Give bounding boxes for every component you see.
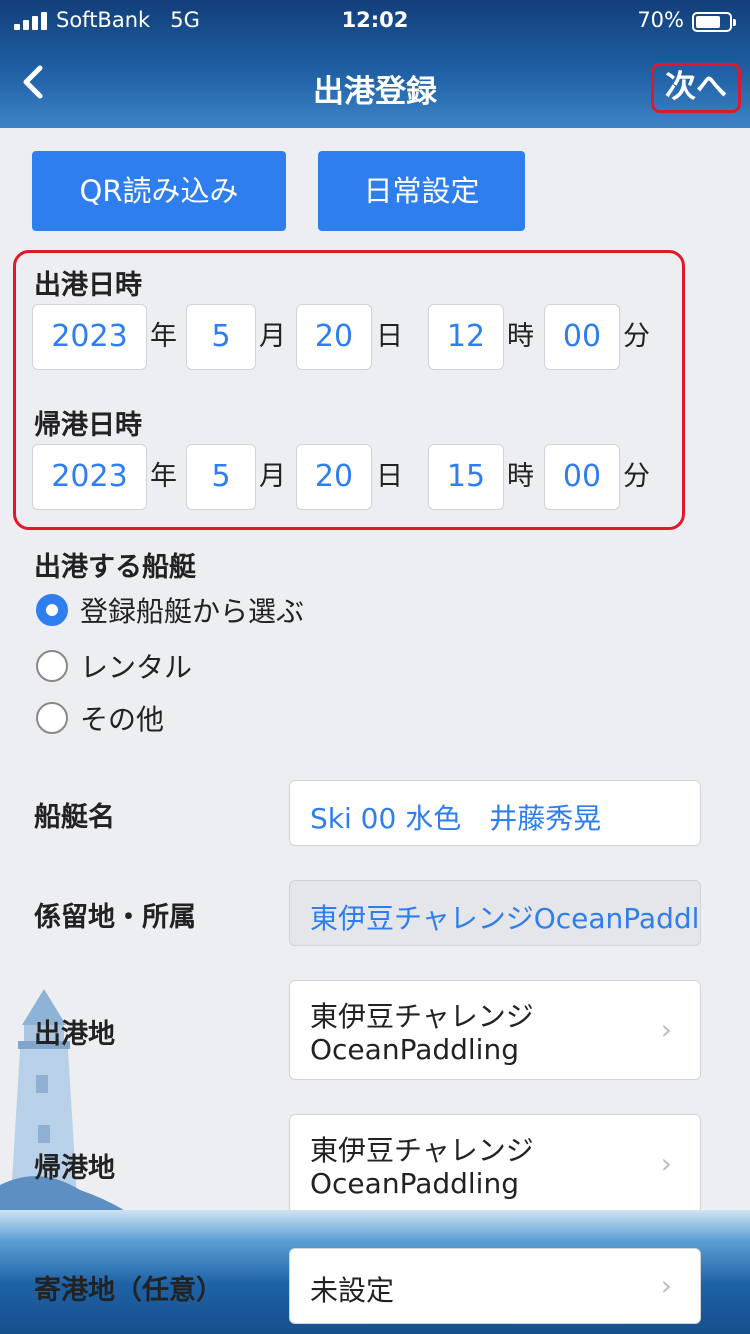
return-port-label: 帰港地 [34,1153,115,1184]
chevron-right-icon: › [660,1147,672,1180]
month-unit: 月 [259,461,286,492]
radio-other[interactable]: その他 [36,698,164,738]
daily-settings-button[interactable]: 日常設定 [318,151,525,231]
next-button[interactable]: 次へ [651,63,741,113]
hour-unit: 時 [507,321,534,352]
minute-unit: 分 [623,321,650,352]
return-minute-field[interactable]: 00 [544,444,620,510]
mooring-label: 係留地・所属 [34,902,196,933]
year-unit: 年 [150,461,177,492]
departure-port-label: 出港地 [34,1019,115,1050]
return-year-field[interactable]: 2023 [32,444,147,510]
mooring-value: 東伊豆チャレンジOceanPaddling [310,902,701,935]
chevron-right-icon: › [660,1013,672,1046]
departure-day-field[interactable]: 20 [296,304,372,370]
departure-hour-field[interactable]: 12 [428,304,504,370]
minute-unit: 分 [623,461,650,492]
return-hour-field[interactable]: 15 [428,444,504,510]
return-datetime-label: 帰港日時 [34,410,142,441]
radio-unselected-icon [36,702,68,734]
radio-unselected-icon [36,650,68,682]
boat-name-field[interactable]: Ski 00 水色 井藤秀晃 [289,780,701,846]
status-bar: SoftBank 5G 12:02 70% [0,0,750,42]
radio-registered-boat[interactable]: 登録船艇から選ぶ [36,590,304,630]
stopover-selector[interactable]: 未設定 › [289,1248,701,1324]
boat-name-label: 船艇名 [34,802,115,833]
boat-name-value: Ski 00 水色 井藤秀晃 [310,802,602,835]
chevron-right-icon: › [660,1269,672,1302]
page-title: 出港登録 [313,74,437,110]
mooring-field: 東伊豆チャレンジOceanPaddling [289,880,701,946]
month-unit: 月 [259,321,286,352]
radio-rental[interactable]: レンタル [36,646,192,686]
boat-section-label: 出港する船艇 [34,552,196,583]
departure-year-field[interactable]: 2023 [32,304,147,370]
day-unit: 日 [376,461,403,492]
radio-selected-icon [36,594,68,626]
return-port-line2: OceanPaddling [310,1167,519,1200]
departure-minute-field[interactable]: 00 [544,304,620,370]
battery-percent: 70% [637,8,684,32]
year-unit: 年 [150,321,177,352]
return-port-line1: 東伊豆チャレンジ [310,1134,534,1167]
battery-icon [692,12,736,32]
qr-scan-button[interactable]: QR読み込み [32,151,286,231]
departure-port-line2: OceanPaddling [310,1033,519,1066]
return-day-field[interactable]: 20 [296,444,372,510]
stopover-label: 寄港地（任意） [34,1275,223,1306]
app-header: SoftBank 5G 12:02 70% 出港登録 次へ [0,0,750,128]
departure-port-line1: 東伊豆チャレンジ [310,1000,534,1033]
departure-datetime-label: 出港日時 [34,270,142,301]
return-month-field[interactable]: 5 [186,444,256,510]
hour-unit: 時 [507,461,534,492]
return-port-selector[interactable]: 東伊豆チャレンジ OceanPaddling › [289,1114,701,1214]
departure-month-field[interactable]: 5 [186,304,256,370]
departure-port-selector[interactable]: 東伊豆チャレンジ OceanPaddling › [289,980,701,1080]
day-unit: 日 [376,321,403,352]
stopover-value: 未設定 [310,1274,395,1307]
